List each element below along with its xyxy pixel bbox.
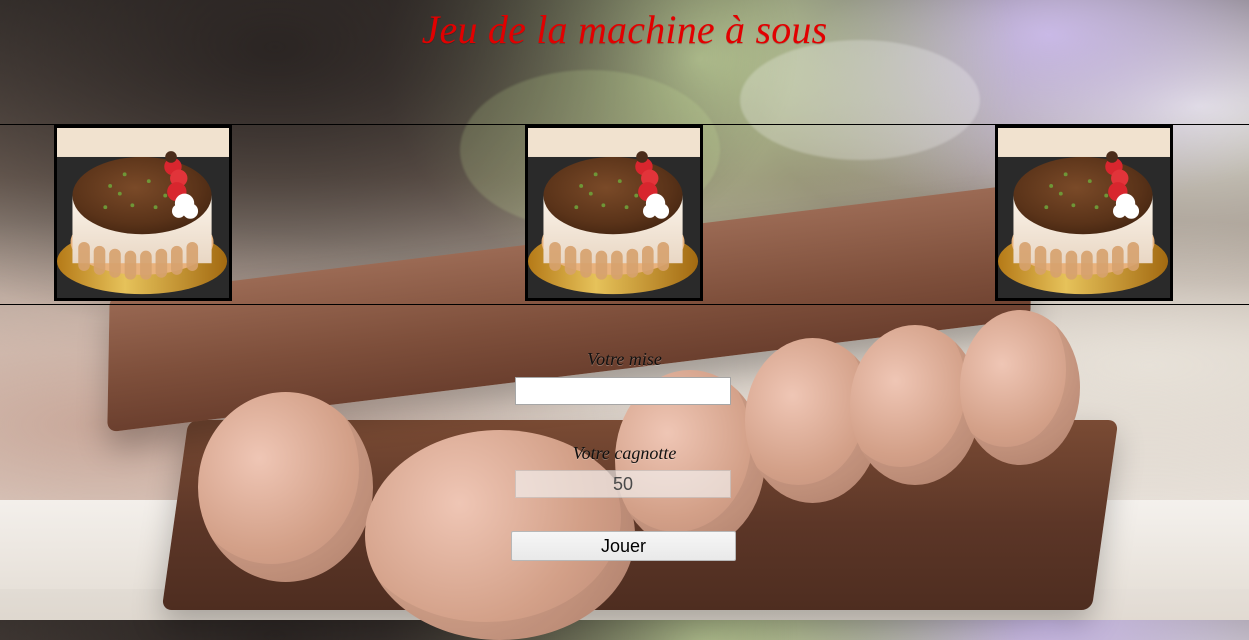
page-title: Jeu de la machine à sous bbox=[421, 7, 828, 52]
dessert-cake-icon bbox=[528, 128, 700, 298]
dessert-cake-icon bbox=[57, 128, 229, 298]
bet-input[interactable] bbox=[515, 377, 731, 405]
dessert-cake-icon bbox=[998, 128, 1170, 298]
background-cream-1 bbox=[198, 392, 373, 582]
bank-label: Votre cagnotte bbox=[572, 443, 677, 463]
background-cream-6 bbox=[960, 310, 1080, 465]
bank-value bbox=[515, 470, 731, 498]
slot-reel-3 bbox=[995, 125, 1173, 301]
play-button[interactable]: Jouer bbox=[511, 531, 736, 561]
bet-label: Votre mise bbox=[587, 349, 662, 369]
slot-reel-2 bbox=[525, 125, 703, 301]
slot-reel-1 bbox=[54, 125, 232, 301]
slot-reels-band bbox=[0, 124, 1249, 305]
